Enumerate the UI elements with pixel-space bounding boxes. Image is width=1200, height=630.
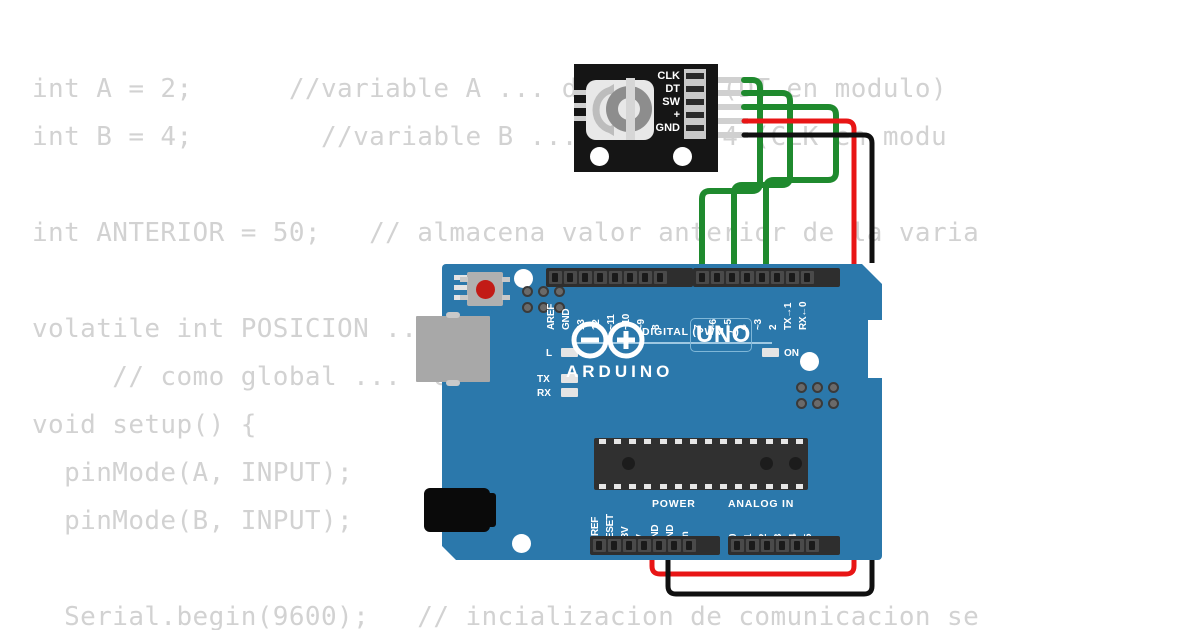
icsp-header[interactable]	[796, 382, 839, 409]
led-on	[762, 348, 779, 357]
mounting-hole	[800, 352, 819, 371]
mounting-hole	[512, 534, 531, 553]
led-label-rx: RX	[537, 388, 551, 399]
led-label-tx: TX	[537, 374, 550, 385]
pin-label-8: 8	[651, 324, 662, 330]
usb-connector[interactable]	[416, 312, 490, 386]
pin-label-tx1: TX→1	[783, 302, 794, 330]
led-label-on: ON	[784, 348, 799, 359]
encoder-pin-labels: CLK DT SW + GND	[656, 70, 680, 135]
encoder-pin-label-plus: +	[673, 109, 680, 121]
encoder-pin-label-dt: DT	[665, 83, 680, 95]
pin-label-rx0: RX←0	[798, 301, 809, 330]
digital-header-right[interactable]	[693, 268, 840, 287]
pin-label-2: 2	[768, 324, 779, 330]
digital-header-left[interactable]	[546, 268, 693, 287]
analog-group-label: ANALOG IN	[728, 498, 795, 510]
encoder-pin-label-clk: CLK	[657, 70, 680, 82]
circuit-layer: CLK DT SW + GND AREF GND 13 12 ~11 ~10 ~…	[0, 0, 1200, 630]
uno-model-label: UNO	[696, 321, 751, 348]
pin-label-aref: AREF	[546, 303, 557, 330]
arduino-brand-text: ARDUINO	[566, 362, 674, 381]
mounting-hole	[590, 147, 609, 166]
rotary-encoder-module[interactable]: CLK DT SW + GND	[574, 64, 718, 172]
tinkercad-circuit-canvas: int A = 2; //variable A ... digital 2 (D…	[0, 0, 1200, 630]
analog-header[interactable]	[728, 536, 840, 555]
pcb-corner-cut	[441, 545, 457, 561]
power-group-label: POWER	[652, 498, 696, 510]
pcb-notch	[868, 320, 882, 378]
arduino-infinity-logo-icon	[571, 321, 645, 359]
encoder-pin-label-sw: SW	[662, 96, 680, 108]
encoder-knob-shaft	[626, 78, 635, 140]
mounting-hole	[673, 147, 692, 166]
pcb-corner-cut	[861, 263, 883, 285]
led-rx	[561, 388, 578, 397]
power-header[interactable]	[590, 536, 720, 555]
arduino-uno-board[interactable]: AREF GND 13 12 ~11 ~10 ~9 8 7 ~6 ~5 4 ~3…	[416, 263, 883, 561]
microcontroller-chip	[594, 438, 808, 490]
led-label-l: L	[546, 348, 553, 359]
pin-label-3: ~3	[753, 319, 764, 330]
reset-button[interactable]	[460, 272, 510, 306]
encoder-pin-header[interactable]	[684, 69, 706, 139]
power-jack[interactable]	[424, 488, 496, 532]
encoder-pin-label-gnd: GND	[655, 122, 680, 134]
